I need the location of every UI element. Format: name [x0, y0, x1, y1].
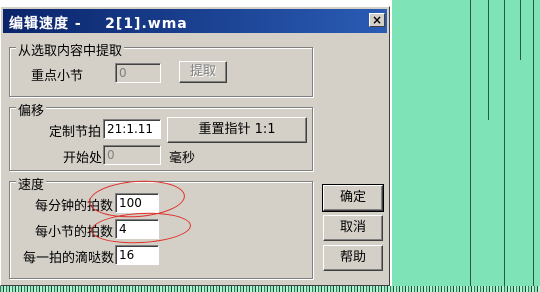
close-button[interactable]: × [369, 13, 385, 27]
tempo-group-label: 速度 [16, 174, 47, 193]
ok-button[interactable]: 确定 [322, 184, 384, 212]
extract-group-label: 从选取内容中提取 [16, 40, 125, 59]
start-field[interactable]: 0 [103, 145, 161, 165]
key-measure-field[interactable]: 0 [115, 63, 161, 83]
key-measure-label: 重点小节 [31, 69, 84, 84]
background-window [392, 0, 540, 292]
bpm-label: 每分钟的拍数 [35, 199, 114, 214]
background-waveform-strip [0, 286, 540, 292]
edit-tempo-dialog: 编辑速度 - 2[1].wma × 从选取内容中提取 重点小节 0 提取 偏移 … [0, 6, 390, 286]
beats-per-measure-label: 每小节的拍数 [35, 225, 114, 240]
beats-per-measure-field[interactable]: 4 [115, 219, 159, 239]
custom-beat-label: 定制节拍 [49, 125, 102, 140]
offset-group-label: 偏移 [16, 100, 47, 119]
title-bar[interactable]: 编辑速度 - 2[1].wma × [3, 9, 387, 33]
cancel-button[interactable]: 取消 [323, 215, 383, 241]
reset-pointer-button[interactable]: 重置指针 1:1 [167, 117, 307, 143]
custom-beat-field[interactable]: 21:1.11 [103, 119, 161, 139]
start-label: 开始处 [63, 151, 103, 166]
extract-button[interactable]: 提取 [179, 61, 227, 83]
window-title: 编辑速度 - 2[1].wma [9, 16, 188, 32]
bpm-field[interactable]: 100 [115, 193, 159, 213]
start-unit-label: 毫秒 [169, 151, 196, 166]
ticks-per-beat-field[interactable]: 16 [115, 245, 159, 265]
ticks-per-beat-label: 每一拍的滴哒数 [23, 251, 115, 266]
help-button[interactable]: 帮助 [323, 245, 383, 271]
